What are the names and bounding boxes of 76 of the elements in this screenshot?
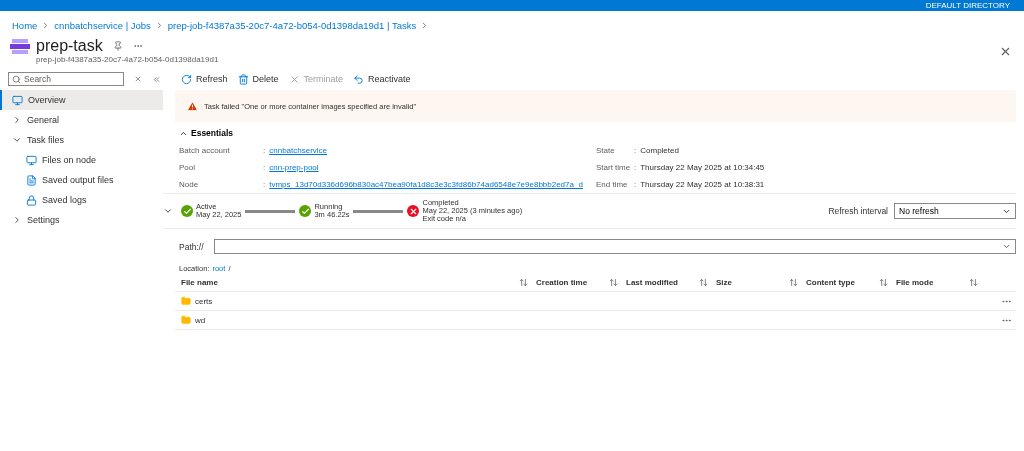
column-header[interactable]: Size xyxy=(716,277,732,287)
colon-separator: : xyxy=(634,146,637,155)
property-value: Completed xyxy=(640,146,679,155)
sort-icon[interactable] xyxy=(519,277,528,287)
colon-separator: : xyxy=(263,180,266,189)
sort-icon[interactable] xyxy=(699,277,708,287)
file-name[interactable]: wd xyxy=(195,315,206,325)
property-label: State xyxy=(596,146,616,155)
colon-separator: : xyxy=(263,146,266,155)
refresh-interval-dropdown[interactable]: No refresh xyxy=(894,203,1016,219)
sidebar-item[interactable]: Files on node xyxy=(0,150,163,170)
sidebar-item[interactable]: Saved logs xyxy=(0,190,163,210)
toolbar-button[interactable]: Delete xyxy=(237,73,279,85)
property-label: Node xyxy=(179,180,200,189)
column-header[interactable]: File name xyxy=(181,277,218,287)
connector-line xyxy=(353,209,404,213)
property-link[interactable]: cnnbatchservice xyxy=(269,146,328,155)
sidebar-item[interactable]: Task files xyxy=(0,130,163,150)
path-label: Path:// xyxy=(179,241,204,252)
sort-icon[interactable] xyxy=(789,277,798,287)
breadcrumb-link[interactable]: Home xyxy=(12,20,38,31)
refresh-icon xyxy=(181,73,192,85)
undo-arrow-icon xyxy=(353,73,365,85)
sidebar-item[interactable]: Saved output files xyxy=(0,170,163,190)
file-icon xyxy=(26,174,37,186)
file-name[interactable]: certs xyxy=(195,296,213,306)
sidebar-item[interactable]: Overview xyxy=(0,90,163,110)
property-value: Thursday 22 May 2025 at 10:34:45 xyxy=(640,163,765,172)
property-label: Pool xyxy=(179,163,196,172)
folder-icon xyxy=(181,296,191,306)
monitor-icon xyxy=(26,154,37,166)
trash-icon xyxy=(237,73,249,85)
column-header[interactable]: Last modified xyxy=(626,277,678,287)
sort-icon[interactable] xyxy=(879,277,888,287)
chevron-icon[interactable] xyxy=(163,206,173,216)
breadcrumb-link[interactable]: prep-job-f4387a35-20c7-4a72-b054-0d1398da19d1 | Tasks xyxy=(167,20,417,31)
colon-separator: : xyxy=(263,163,266,172)
sidebar-item[interactable]: Settings xyxy=(0,210,163,230)
sidebar-item[interactable]: General xyxy=(0,110,163,130)
lock-icon xyxy=(26,194,37,206)
property-label: End time xyxy=(596,180,629,189)
collapse-icon[interactable] xyxy=(152,74,161,84)
connector-line xyxy=(245,209,296,213)
chevron-icon xyxy=(12,215,22,225)
toolbar-button[interactable]: Reactivate xyxy=(353,73,411,85)
column-header[interactable]: Creation time xyxy=(536,277,588,287)
close-icon[interactable] xyxy=(999,45,1012,58)
monitor-icon xyxy=(12,94,23,106)
page-title: prep-task xyxy=(36,37,103,55)
warning-icon xyxy=(187,100,198,112)
clear-icon[interactable] xyxy=(134,75,142,83)
directory-label: DEFAULT DIRECTORY xyxy=(925,1,1010,10)
colon-separator: : xyxy=(634,163,637,172)
x-icon xyxy=(288,73,300,85)
breadcrumb-link[interactable]: cnnbatchservice | Jobs xyxy=(54,20,151,31)
pin-icon[interactable] xyxy=(112,41,123,51)
path-dropdown[interactable] xyxy=(213,239,1016,254)
property-link[interactable]: tvmps_13d70d336d696b830ac47bea90fa1d8c3e3c3fd86b74ad6548e7e9e8bbb2ed7a_d xyxy=(269,180,583,189)
toolbar-button[interactable]: Refresh xyxy=(181,73,228,85)
colon-separator: : xyxy=(634,180,637,189)
task-icon xyxy=(10,37,30,55)
property-value: Thursday 22 May 2025 at 10:38:31 xyxy=(640,180,765,189)
sort-icon[interactable] xyxy=(609,277,618,287)
sort-icon[interactable] xyxy=(969,277,978,287)
refresh-interval-label: Refresh interval xyxy=(828,206,888,216)
column-header[interactable]: Content type xyxy=(806,277,855,287)
search-icon xyxy=(12,75,21,84)
essentials-toggle[interactable]: Essentials xyxy=(175,122,1016,142)
property-label: Batch account xyxy=(179,146,231,155)
column-header[interactable]: File mode xyxy=(896,277,934,287)
page-subtitle: prep-job-f4387a35-20c7-4a72-b054-0d1398da19d1 xyxy=(36,55,220,64)
folder-icon xyxy=(181,315,191,325)
property-label: Start time xyxy=(596,163,632,172)
chevron-icon xyxy=(1002,242,1011,251)
search-field[interactable]: Search xyxy=(8,72,124,86)
property-link[interactable]: cnn-prep-pool xyxy=(269,163,319,172)
